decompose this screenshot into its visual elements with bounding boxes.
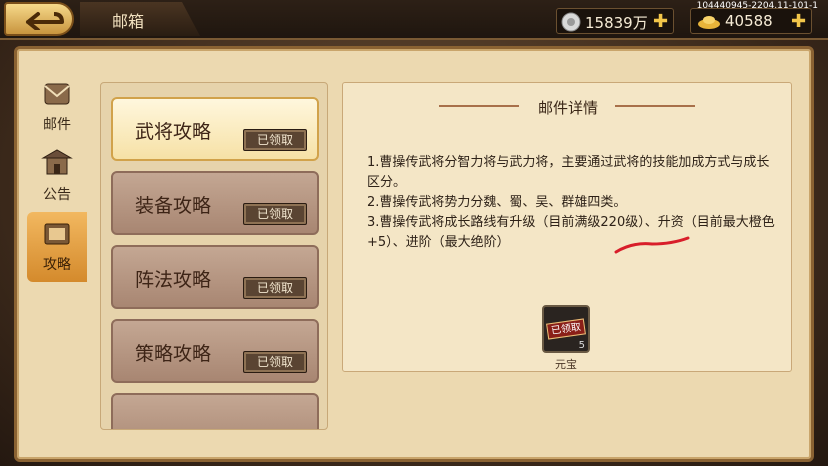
server-id: 104440945-2204.11-101-1 (696, 1, 818, 11)
pavilion-icon (41, 149, 73, 175)
red-underline-mark (614, 236, 690, 254)
claimed-stamp: 已领取 (243, 203, 307, 225)
mail-item-title: 装备攻略 (135, 195, 212, 217)
back-arrow-icon (26, 12, 64, 30)
add-gold-button[interactable]: ✚ (791, 11, 806, 32)
mail-item-formation[interactable]: 阵法攻略 已领取 (111, 245, 319, 309)
tab-guide-label: 攻略 (43, 257, 71, 273)
claimed-stamp: 已领取 (243, 277, 307, 299)
tab-notice-label: 公告 (43, 187, 71, 203)
attachment-item[interactable]: 已领取 5 (542, 305, 590, 353)
mail-item-strategy[interactable]: 策略攻略 已领取 (111, 319, 319, 383)
detail-body: 1.曹操传武将分智力将与武力将，主要通过武将的技能加成方式与成长区分。 2.曹操… (367, 153, 777, 253)
claimed-badge: 已领取 (546, 318, 586, 340)
attachment-count: 5 (578, 340, 585, 351)
add-silver-button[interactable]: ✚ (653, 11, 668, 32)
tab-notice[interactable]: 公告 (27, 142, 87, 212)
back-button[interactable] (4, 2, 74, 36)
detail-line: 3.曹操传武将成长路线有升级（目前满级220级）、升资（目前最大橙色+5）、进阶… (367, 215, 775, 250)
gold-ingot-icon (698, 16, 720, 29)
tab-mail-label: 邮件 (43, 117, 71, 133)
scroll-icon (44, 83, 70, 105)
attachment-label: 元宝 (555, 358, 577, 371)
top-bar: 邮箱 15839万 ✚ 40588 ✚ 104440945-2204.11-10… (0, 0, 828, 40)
tab-mail[interactable]: 邮件 (27, 72, 87, 142)
book-icon (44, 223, 70, 245)
mail-item-title: 阵法攻略 (135, 269, 212, 291)
silver-resource: 15839万 ✚ (556, 8, 674, 34)
detail-line: 1.曹操传武将分智力将与武力将，主要通过武将的技能加成方式与成长区分。 (367, 155, 770, 190)
claimed-stamp: 已领取 (243, 351, 307, 373)
mail-item-title: 策略攻略 (135, 343, 212, 365)
detail-line: 2.曹操传武将势力分魏、蜀、吴、群雄四类。 (367, 195, 627, 210)
mail-item-general[interactable]: 武将攻略 已领取 (111, 97, 319, 161)
gold-resource: 40588 ✚ (690, 8, 812, 34)
mail-item-title: 武将攻略 (135, 121, 212, 143)
mail-item-equipment[interactable]: 装备攻略 已领取 (111, 171, 319, 235)
silver-value: 15839万 (585, 14, 648, 32)
mail-list: 武将攻略 已领取 装备攻略 已领取 阵法攻略 已领取 策略攻略 已领取 (100, 82, 328, 430)
page-title: 邮箱 (112, 12, 145, 31)
detail-title: 邮件详情 (537, 99, 598, 117)
claimed-stamp: 已领取 (243, 129, 307, 151)
silver-coin-icon (561, 12, 581, 32)
gold-value: 40588 (725, 12, 773, 30)
mail-item-partial[interactable] (111, 393, 319, 429)
tab-guide[interactable]: 攻略 (27, 212, 87, 282)
